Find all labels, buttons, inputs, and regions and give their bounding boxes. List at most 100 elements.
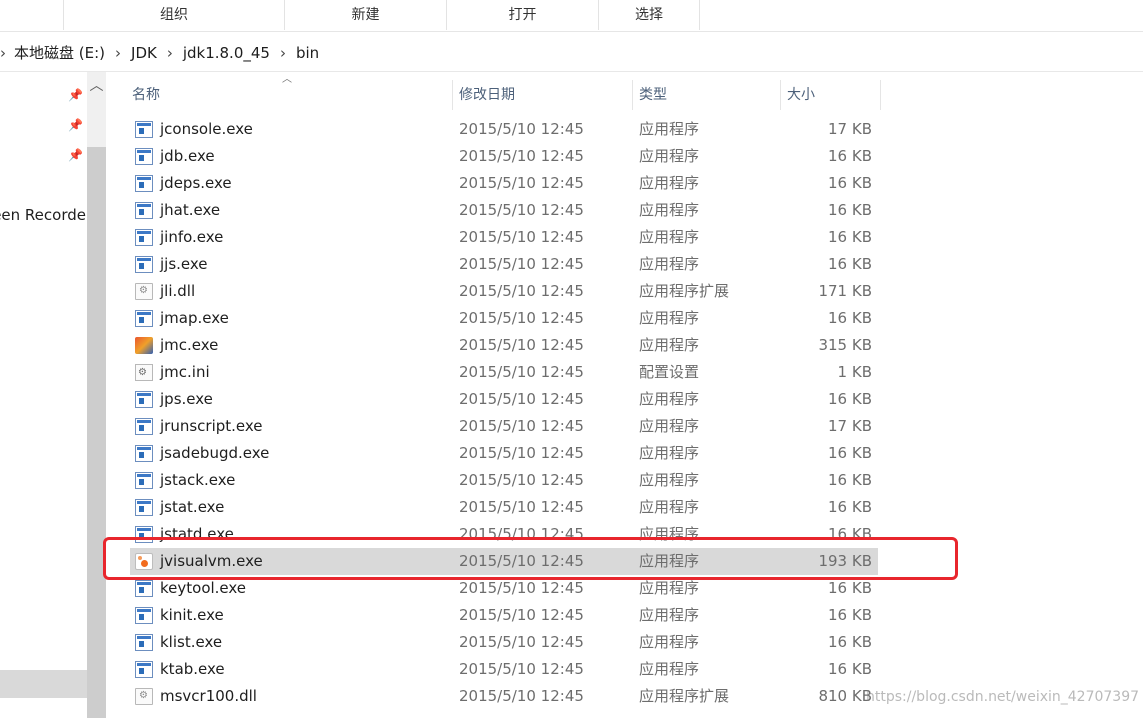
- nav-item-selected[interactable]: [0, 670, 87, 698]
- file-name: jstatd.exe: [160, 525, 234, 543]
- file-type: 应用程序: [639, 660, 700, 678]
- file-date: 2015/5/10 12:45: [459, 552, 584, 570]
- file-size: 16 KB: [828, 444, 872, 462]
- file-date: 2015/5/10 12:45: [459, 147, 584, 165]
- column-header-type[interactable]: 类型: [633, 80, 781, 110]
- chevron-right-icon[interactable]: ›: [0, 44, 6, 62]
- ribbon-group-select[interactable]: 选择: [598, 0, 700, 30]
- file-size: 16 KB: [828, 228, 872, 246]
- file-size: 16 KB: [828, 390, 872, 408]
- file-row[interactable]: jmc.ini 2015/5/10 12:45 配置设置 1 KB: [130, 359, 878, 386]
- file-date: 2015/5/10 12:45: [459, 606, 584, 624]
- file-row[interactable]: jps.exe 2015/5/10 12:45 应用程序 16 KB: [130, 386, 878, 413]
- exe-icon: [135, 229, 153, 246]
- file-date: 2015/5/10 12:45: [459, 687, 584, 705]
- file-row[interactable]: klist.exe 2015/5/10 12:45 应用程序 16 KB: [130, 629, 878, 656]
- ribbon-group-organize[interactable]: 组织: [63, 0, 284, 30]
- file-row[interactable]: jrunscript.exe 2015/5/10 12:45 应用程序 17 KB: [130, 413, 878, 440]
- pin-icon[interactable]: 📌: [68, 118, 83, 132]
- file-name: jdb.exe: [160, 147, 215, 165]
- ribbon-group-open[interactable]: 打开: [446, 0, 598, 30]
- breadcrumb-drive[interactable]: 本地磁盘 (E:): [14, 42, 105, 63]
- file-date: 2015/5/10 12:45: [459, 633, 584, 651]
- file-date: 2015/5/10 12:45: [459, 255, 584, 273]
- file-type: 应用程序: [639, 228, 700, 246]
- file-row[interactable]: jstatd.exe 2015/5/10 12:45 应用程序 16 KB: [130, 521, 878, 548]
- scroll-up-icon[interactable]: ︿: [87, 78, 106, 94]
- breadcrumb-bin[interactable]: bin: [296, 44, 319, 62]
- file-name: jps.exe: [160, 390, 213, 408]
- nav-item-screen-recorder[interactable]: een Recorde: [0, 206, 86, 224]
- file-row[interactable]: kinit.exe 2015/5/10 12:45 应用程序 16 KB: [130, 602, 878, 629]
- pin-icon[interactable]: 📌: [68, 88, 83, 102]
- scrollbar-thumb[interactable]: [87, 147, 106, 718]
- exe-icon: [135, 445, 153, 462]
- file-row[interactable]: jmap.exe 2015/5/10 12:45 应用程序 16 KB: [130, 305, 878, 332]
- file-row[interactable]: jconsole.exe 2015/5/10 12:45 应用程序 17 KB: [130, 116, 878, 143]
- file-date: 2015/5/10 12:45: [459, 228, 584, 246]
- file-date: 2015/5/10 12:45: [459, 579, 584, 597]
- ribbon-group-new[interactable]: 新建: [284, 0, 446, 30]
- file-size: 193 KB: [818, 552, 872, 570]
- file-size: 1 KB: [837, 363, 872, 381]
- exe-icon: [135, 391, 153, 408]
- file-date: 2015/5/10 12:45: [459, 525, 584, 543]
- file-size: 16 KB: [828, 633, 872, 651]
- file-type: 应用程序: [639, 579, 700, 597]
- file-size: 16 KB: [828, 498, 872, 516]
- column-header-name[interactable]: 名称: [126, 80, 453, 110]
- file-name: kinit.exe: [160, 606, 224, 624]
- breadcrumb-jdk-version[interactable]: jdk1.8.0_45: [183, 44, 270, 62]
- nav-scrollbar[interactable]: ︿: [87, 72, 106, 718]
- file-name: jrunscript.exe: [160, 417, 263, 435]
- file-size: 171 KB: [818, 282, 872, 300]
- file-type: 应用程序: [639, 390, 700, 408]
- file-row[interactable]: keytool.exe 2015/5/10 12:45 应用程序 16 KB: [130, 575, 878, 602]
- jvisualvm-icon: [135, 553, 153, 570]
- file-type: 应用程序: [639, 174, 700, 192]
- file-row[interactable]: jstat.exe 2015/5/10 12:45 应用程序 16 KB: [130, 494, 878, 521]
- exe-icon: [135, 310, 153, 327]
- file-row[interactable]: ktab.exe 2015/5/10 12:45 应用程序 16 KB: [130, 656, 878, 683]
- file-row[interactable]: jhat.exe 2015/5/10 12:45 应用程序 16 KB: [130, 197, 878, 224]
- chevron-right-icon[interactable]: ›: [115, 44, 121, 62]
- column-header-date[interactable]: 修改日期: [453, 80, 633, 110]
- exe-icon: [135, 607, 153, 624]
- file-row[interactable]: jdb.exe 2015/5/10 12:45 应用程序 16 KB: [130, 143, 878, 170]
- file-row[interactable]: jstack.exe 2015/5/10 12:45 应用程序 16 KB: [130, 467, 878, 494]
- ribbon: 组织 新建 打开 选择: [0, 0, 1143, 32]
- file-row[interactable]: jsadebugd.exe 2015/5/10 12:45 应用程序 16 KB: [130, 440, 878, 467]
- file-type: 配置设置: [639, 363, 700, 381]
- exe-icon: [135, 499, 153, 516]
- file-name: jstat.exe: [160, 498, 225, 516]
- file-type: 应用程序: [639, 309, 700, 327]
- file-date: 2015/5/10 12:45: [459, 471, 584, 489]
- breadcrumb-jdk[interactable]: JDK: [131, 44, 157, 62]
- exe-icon: [135, 256, 153, 273]
- exe-icon: [135, 661, 153, 678]
- chevron-right-icon[interactable]: ›: [280, 44, 286, 62]
- file-size: 16 KB: [828, 579, 872, 597]
- file-name: jconsole.exe: [160, 120, 253, 138]
- file-size: 315 KB: [818, 336, 872, 354]
- chevron-right-icon[interactable]: ›: [167, 44, 173, 62]
- file-type: 应用程序: [639, 336, 700, 354]
- file-row[interactable]: jjs.exe 2015/5/10 12:45 应用程序 16 KB: [130, 251, 878, 278]
- breadcrumb[interactable]: › 本地磁盘 (E:) › JDK › jdk1.8.0_45 › bin: [0, 34, 1143, 72]
- file-size: 16 KB: [828, 147, 872, 165]
- file-row[interactable]: jdeps.exe 2015/5/10 12:45 应用程序 16 KB: [130, 170, 878, 197]
- file-size: 16 KB: [828, 201, 872, 219]
- file-size: 16 KB: [828, 255, 872, 273]
- file-date: 2015/5/10 12:45: [459, 660, 584, 678]
- exe-icon: [135, 580, 153, 597]
- file-row[interactable]: jmc.exe 2015/5/10 12:45 应用程序 315 KB: [130, 332, 878, 359]
- column-header-size[interactable]: 大小: [781, 80, 881, 110]
- file-row[interactable]: jvisualvm.exe 2015/5/10 12:45 应用程序 193 KB: [130, 548, 878, 575]
- file-name: jvisualvm.exe: [160, 552, 263, 570]
- file-type: 应用程序: [639, 498, 700, 516]
- file-row[interactable]: jli.dll 2015/5/10 12:45 应用程序扩展 171 KB: [130, 278, 878, 305]
- pin-icon[interactable]: 📌: [68, 148, 83, 162]
- file-row[interactable]: jinfo.exe 2015/5/10 12:45 应用程序 16 KB: [130, 224, 878, 251]
- file-name: jsadebugd.exe: [160, 444, 270, 462]
- file-row[interactable]: msvcr100.dll 2015/5/10 12:45 应用程序扩展 810 KB: [130, 683, 878, 710]
